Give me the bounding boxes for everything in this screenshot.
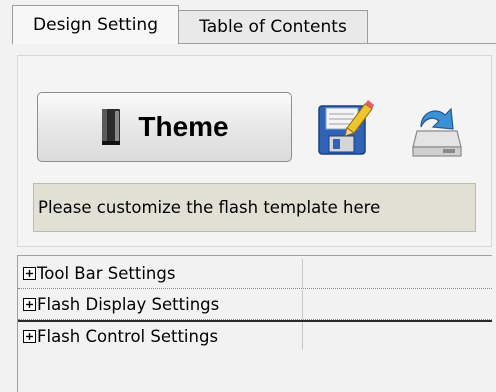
plus-box-icon[interactable] (23, 298, 36, 311)
tab-design-setting-label: Design Setting (33, 15, 158, 35)
design-settings-window: Design Setting Table of Contents Theme P… (0, 0, 496, 392)
save-edit-icon[interactable] (317, 98, 375, 156)
book-icon (102, 109, 121, 145)
import-tray-icon[interactable] (411, 103, 463, 157)
column-separator (302, 259, 303, 288)
tree-row-label: Flash Display Settings (37, 295, 220, 314)
tree-row-flash-control-settings[interactable]: Flash Control Settings (18, 320, 492, 350)
plus-box-icon[interactable] (23, 329, 36, 343)
settings-tree: Tool Bar Settings Flash Display Settings… (17, 255, 492, 392)
plus-box-icon[interactable] (23, 267, 36, 280)
tab-table-of-contents[interactable]: Table of Contents (178, 10, 368, 43)
hint-text: Please customize the flash template here (38, 198, 381, 217)
theme-button[interactable]: Theme (37, 92, 292, 162)
tree-row-flash-display-settings[interactable]: Flash Display Settings (18, 290, 492, 320)
column-separator (302, 290, 303, 319)
theme-button-label: Theme (138, 111, 229, 142)
tab-table-of-contents-label: Table of Contents (199, 17, 347, 37)
tree-row-label: Tool Bar Settings (37, 264, 176, 283)
design-panel: Theme Please customize the flash templat… (17, 55, 492, 247)
tab-design-setting[interactable]: Design Setting (12, 5, 179, 44)
tree-row-label: Flash Control Settings (37, 326, 219, 346)
column-separator (302, 322, 303, 350)
tree-row-tool-bar-settings[interactable]: Tool Bar Settings (18, 259, 492, 289)
hint-message: Please customize the flash template here (33, 183, 476, 232)
